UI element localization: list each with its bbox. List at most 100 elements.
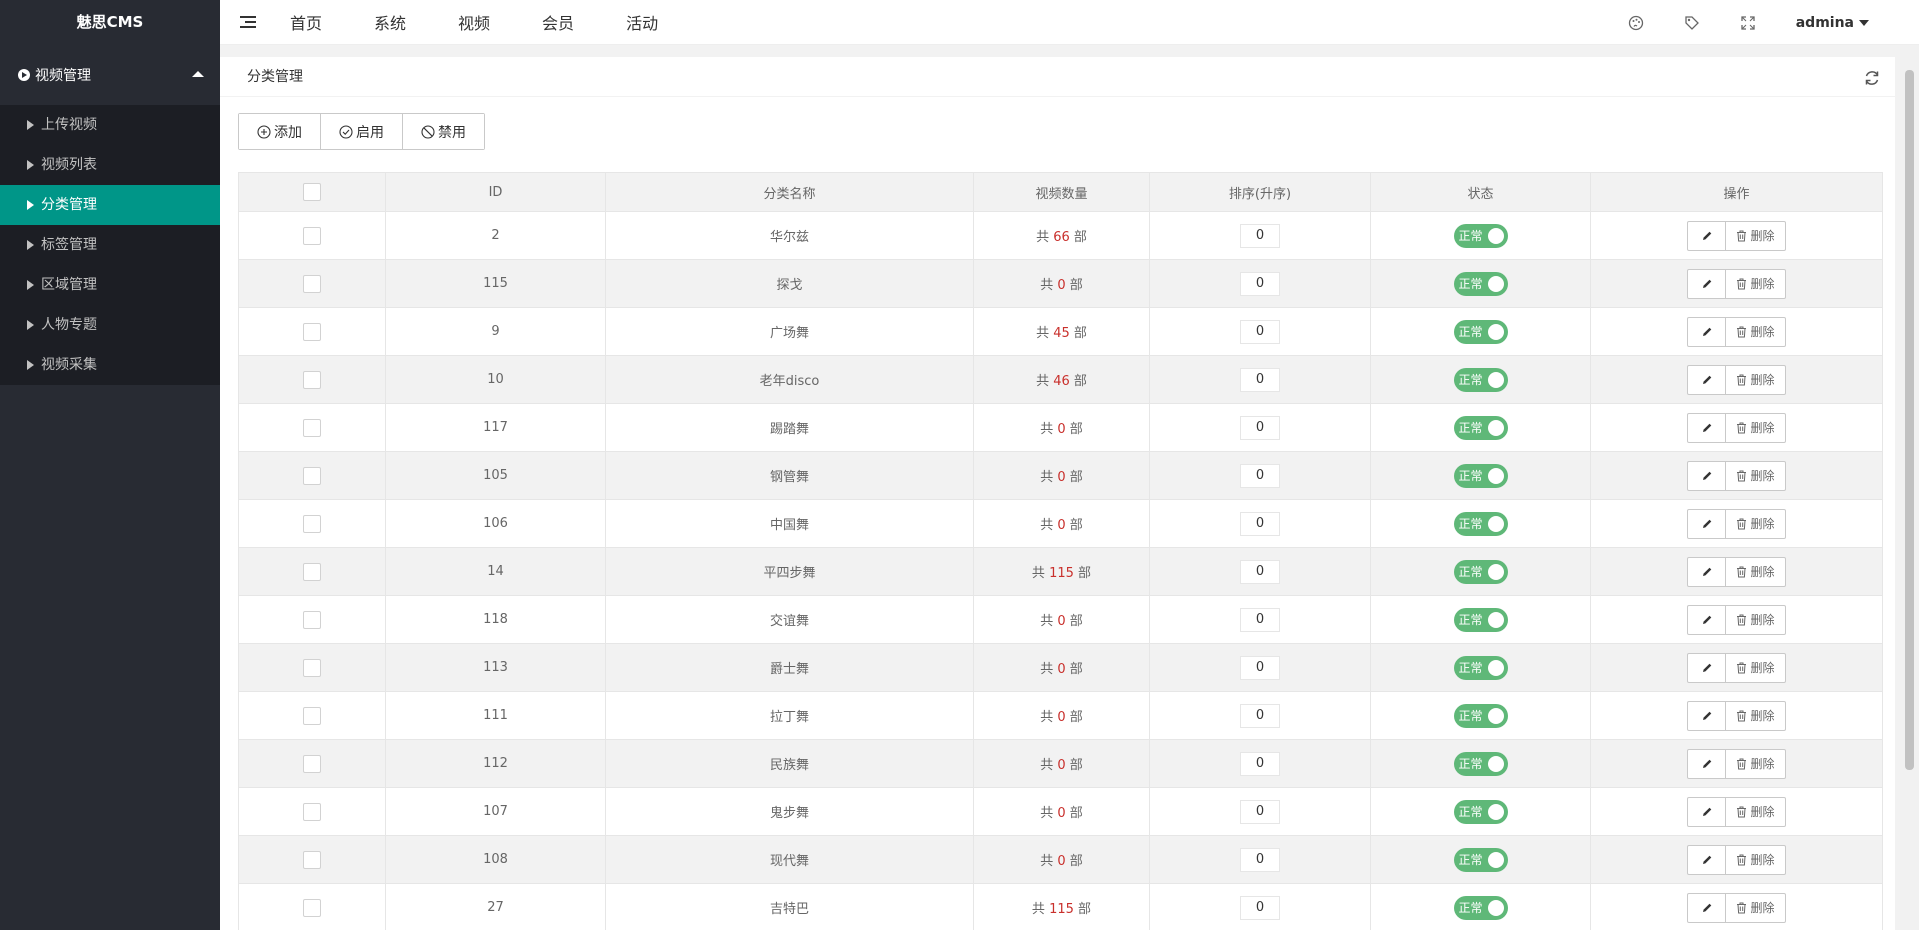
select-all-checkbox[interactable] <box>303 183 321 201</box>
edit-button[interactable] <box>1688 557 1727 586</box>
edit-button[interactable] <box>1688 221 1727 250</box>
edit-button[interactable] <box>1688 797 1727 826</box>
delete-button[interactable]: 删除 <box>1726 846 1784 874</box>
sidebar-group-video-management[interactable]: 视频管理 <box>0 45 220 105</box>
top-nav-item-3[interactable]: 会员 <box>542 10 574 34</box>
row-checkbox[interactable] <box>303 562 321 581</box>
edit-button[interactable] <box>1688 269 1727 298</box>
top-nav-item-4[interactable]: 活动 <box>626 10 658 34</box>
row-checkbox[interactable] <box>303 802 321 821</box>
palette-icon[interactable] <box>1628 15 1644 31</box>
status-switch[interactable]: 正常 <box>1453 367 1508 392</box>
top-nav-item-1[interactable]: 系统 <box>374 10 406 34</box>
delete-button[interactable]: 删除 <box>1726 702 1784 730</box>
status-switch[interactable]: 正常 <box>1453 463 1508 488</box>
row-checkbox[interactable] <box>303 322 321 341</box>
tag-icon[interactable] <box>1684 15 1700 31</box>
edit-button[interactable] <box>1688 317 1727 346</box>
status-switch[interactable]: 正常 <box>1453 847 1508 872</box>
top-nav-item-2[interactable]: 视频 <box>458 10 490 34</box>
top-nav-item-0[interactable]: 首页 <box>290 10 322 34</box>
sort-input[interactable] <box>1240 367 1280 392</box>
edit-button[interactable] <box>1688 365 1727 394</box>
row-checkbox[interactable] <box>303 850 321 869</box>
enable-button[interactable]: 启用 <box>321 114 403 149</box>
status-switch[interactable]: 正常 <box>1453 607 1508 632</box>
app-logo[interactable]: 魅思CMS <box>0 0 220 45</box>
menu-toggle-icon[interactable] <box>240 15 256 29</box>
delete-button[interactable]: 删除 <box>1726 366 1784 394</box>
status-switch[interactable]: 正常 <box>1453 799 1508 824</box>
delete-button[interactable]: 删除 <box>1726 654 1784 682</box>
sort-input[interactable] <box>1240 607 1280 632</box>
sort-input[interactable] <box>1240 895 1280 920</box>
sort-input[interactable] <box>1240 463 1280 488</box>
user-menu[interactable]: admina <box>1796 15 1869 31</box>
edit-button[interactable] <box>1688 845 1727 874</box>
sidebar-item-6[interactable]: 视频采集 <box>0 345 220 385</box>
delete-button[interactable]: 删除 <box>1726 606 1784 634</box>
status-switch[interactable]: 正常 <box>1453 415 1508 440</box>
vertical-scrollbar[interactable] <box>1900 45 1919 930</box>
sidebar-item-4[interactable]: 区域管理 <box>0 265 220 305</box>
status-switch[interactable]: 正常 <box>1453 559 1508 584</box>
add-button[interactable]: 添加 <box>239 114 321 149</box>
delete-button[interactable]: 删除 <box>1726 462 1784 490</box>
edit-button[interactable] <box>1688 749 1727 778</box>
sidebar-item-1[interactable]: 视频列表 <box>0 145 220 185</box>
row-checkbox[interactable] <box>303 418 321 437</box>
sort-input[interactable] <box>1240 319 1280 344</box>
delete-button[interactable]: 删除 <box>1726 750 1784 778</box>
row-checkbox[interactable] <box>303 706 321 725</box>
row-checkbox[interactable] <box>303 370 321 389</box>
delete-button[interactable]: 删除 <box>1726 894 1784 922</box>
edit-button[interactable] <box>1688 605 1727 634</box>
edit-button[interactable] <box>1688 509 1727 538</box>
sidebar-item-2[interactable]: 分类管理 <box>0 185 220 225</box>
edit-button[interactable] <box>1688 413 1727 442</box>
sort-input[interactable] <box>1240 655 1280 680</box>
status-switch[interactable]: 正常 <box>1453 655 1508 680</box>
delete-button[interactable]: 删除 <box>1726 798 1784 826</box>
delete-button[interactable]: 删除 <box>1726 414 1784 442</box>
sort-input[interactable] <box>1240 223 1280 248</box>
row-checkbox[interactable] <box>303 754 321 773</box>
disable-button[interactable]: 禁用 <box>403 114 484 149</box>
delete-button[interactable]: 删除 <box>1726 510 1784 538</box>
sort-input[interactable] <box>1240 703 1280 728</box>
status-switch[interactable]: 正常 <box>1453 223 1508 248</box>
delete-button[interactable]: 删除 <box>1726 270 1784 298</box>
sort-input[interactable] <box>1240 559 1280 584</box>
status-switch[interactable]: 正常 <box>1453 895 1508 920</box>
edit-button[interactable] <box>1688 701 1727 730</box>
row-checkbox[interactable] <box>303 898 321 917</box>
status-switch[interactable]: 正常 <box>1453 703 1508 728</box>
sidebar-item-0[interactable]: 上传视频 <box>0 105 220 145</box>
fullscreen-icon[interactable] <box>1740 15 1756 31</box>
sort-input[interactable] <box>1240 847 1280 872</box>
delete-button[interactable]: 删除 <box>1726 222 1784 250</box>
delete-button[interactable]: 删除 <box>1726 318 1784 346</box>
status-switch[interactable]: 正常 <box>1453 751 1508 776</box>
refresh-icon[interactable] <box>1863 69 1881 87</box>
sort-input[interactable] <box>1240 751 1280 776</box>
row-checkbox[interactable] <box>303 610 321 629</box>
sort-input[interactable] <box>1240 415 1280 440</box>
row-checkbox[interactable] <box>303 226 321 245</box>
sort-input[interactable] <box>1240 799 1280 824</box>
row-checkbox[interactable] <box>303 466 321 485</box>
scrollbar-thumb[interactable] <box>1905 70 1914 770</box>
sort-input[interactable] <box>1240 511 1280 536</box>
edit-button[interactable] <box>1688 653 1727 682</box>
delete-button[interactable]: 删除 <box>1726 558 1784 586</box>
sidebar-item-3[interactable]: 标签管理 <box>0 225 220 265</box>
row-checkbox[interactable] <box>303 274 321 293</box>
sort-input[interactable] <box>1240 271 1280 296</box>
status-switch[interactable]: 正常 <box>1453 319 1508 344</box>
row-checkbox[interactable] <box>303 514 321 533</box>
sidebar-item-5[interactable]: 人物专题 <box>0 305 220 345</box>
row-checkbox[interactable] <box>303 658 321 677</box>
status-switch[interactable]: 正常 <box>1453 511 1508 536</box>
edit-button[interactable] <box>1688 461 1727 490</box>
edit-button[interactable] <box>1688 893 1727 922</box>
